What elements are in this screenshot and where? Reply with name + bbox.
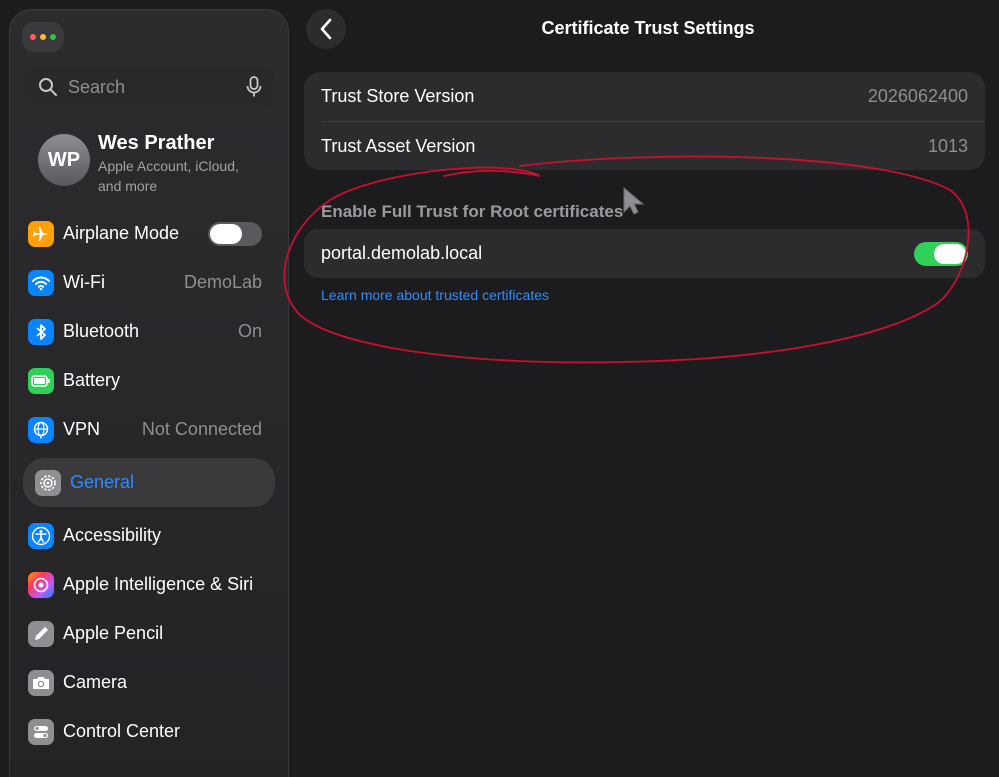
bluetooth-status-value: On (237, 321, 262, 341)
full-trust-toggle[interactable] (914, 241, 968, 266)
sidebar-item-label: Wi-Fi (63, 272, 105, 292)
vpn-status-value: Not Connected (141, 419, 262, 439)
search-icon (39, 78, 57, 96)
sidebar-item-control-center[interactable]: Control Center (14, 707, 276, 756)
sidebar-item-label: Airplane Mode (63, 223, 180, 243)
wifi-icon (28, 269, 54, 296)
sidebar-item-label: General (70, 472, 135, 492)
chevron-left-icon (320, 18, 332, 40)
trust-info-group: Trust Store Version 2026062400 Trust Ass… (304, 72, 985, 170)
sidebar-item-general[interactable]: General (23, 458, 275, 507)
sidebar-item-label: Apple Pencil (63, 623, 164, 643)
settings-list: Airplane Mode Wi-Fi DemoLab Bluetooth On… (14, 209, 276, 756)
microphone-icon[interactable] (246, 76, 262, 98)
apple-account-row[interactable]: WP Wes Prather Apple Account, iCloud, an… (38, 132, 288, 202)
sidebar-item-apple-intelligence-siri[interactable]: Apple Intelligence & Siri (14, 560, 276, 609)
settings-screen: Search WP Wes Prather Apple Account, iCl… (0, 0, 999, 777)
back-button[interactable] (306, 9, 346, 49)
close-dot[interactable] (30, 34, 36, 40)
sidebar-item-label: Battery (63, 370, 121, 390)
row-value: 1013 (927, 136, 968, 156)
sidebar-item-accessibility[interactable]: Accessibility (14, 511, 276, 560)
certificate-trust-row[interactable]: portal.demolab.local (304, 229, 985, 278)
sidebar-item-airplane-mode[interactable]: Airplane Mode (14, 209, 276, 258)
avatar: WP (38, 134, 90, 186)
sidebar-item-label: Bluetooth (63, 321, 140, 341)
gear-icon (35, 469, 61, 496)
trust-asset-version-row: Trust Asset Version 1013 (304, 122, 985, 171)
row-label: Trust Store Version (321, 86, 475, 106)
learn-more-link[interactable]: Learn more about trusted certificates (321, 287, 549, 303)
sidebar-item-label: Apple Intelligence & Siri (63, 574, 254, 594)
airplane-mode-toggle[interactable] (208, 221, 262, 246)
sidebar-item-label: Control Center (63, 721, 181, 741)
sidebar-item-vpn[interactable]: VPN Not Connected (14, 405, 276, 454)
window-controls[interactable] (22, 22, 64, 52)
row-value: 2026062400 (867, 86, 968, 106)
page-title: Certificate Trust Settings (541, 18, 755, 38)
search-field[interactable]: Search (26, 66, 274, 108)
bluetooth-icon (28, 318, 54, 345)
row-label: Trust Asset Version (321, 136, 476, 156)
pointer-cursor-icon (623, 186, 645, 215)
siri-icon (28, 571, 54, 598)
sidebar-item-bluetooth[interactable]: Bluetooth On (14, 307, 276, 356)
control-center-icon (28, 718, 54, 745)
sidebar-item-battery[interactable]: Battery (14, 356, 276, 405)
profile-subtitle: Apple Account, iCloud, and more (98, 158, 239, 194)
sidebar-item-label: Camera (63, 672, 128, 692)
certificate-name: portal.demolab.local (321, 243, 483, 263)
sidebar-item-wifi[interactable]: Wi-Fi DemoLab (14, 258, 276, 307)
airplane-icon (28, 220, 54, 247)
battery-icon (28, 367, 54, 394)
vpn-icon (28, 416, 54, 443)
sidebar-item-apple-pencil[interactable]: Apple Pencil (14, 609, 276, 658)
sidebar-item-label: VPN (63, 419, 101, 439)
sidebar-item-camera[interactable]: Camera (14, 658, 276, 707)
profile-name: Wes Prather (98, 132, 215, 154)
sidebar-item-label: Accessibility (63, 525, 162, 545)
trust-store-version-row: Trust Store Version 2026062400 (304, 72, 985, 121)
camera-icon (28, 669, 54, 696)
pencil-icon (28, 620, 54, 647)
zoom-dot[interactable] (50, 34, 56, 40)
section-header: Enable Full Trust for Root certificates (321, 202, 624, 221)
search-placeholder: Search (68, 76, 126, 97)
wifi-network-value: DemoLab (183, 272, 262, 292)
minimize-dot[interactable] (40, 34, 46, 40)
accessibility-icon (28, 522, 54, 549)
